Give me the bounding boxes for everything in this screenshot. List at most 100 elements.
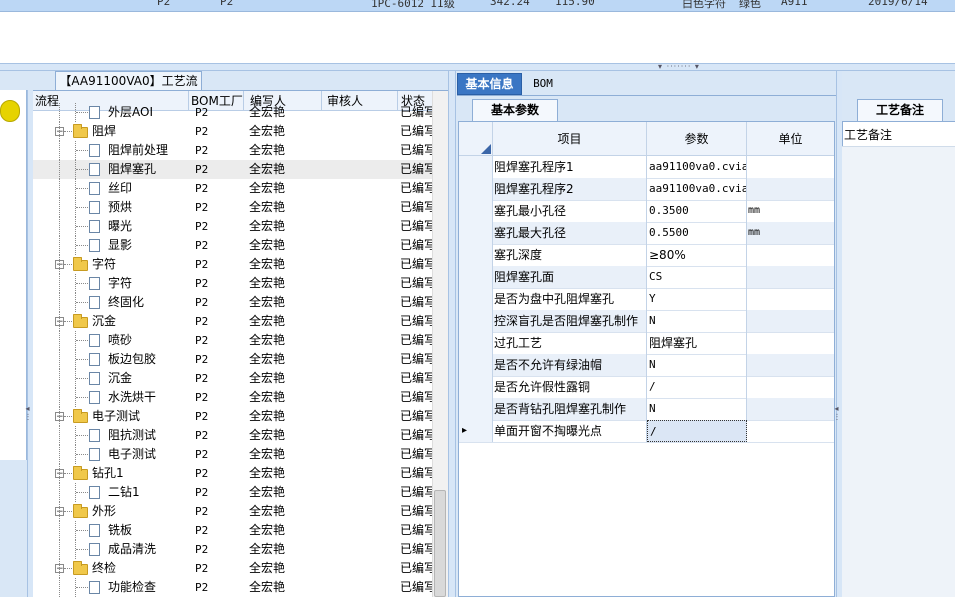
splitter-grip-icon[interactable]: ◂··· — [832, 404, 841, 421]
param-row[interactable]: 控深盲孔是否阻焊塞孔制作 N — [459, 310, 834, 333]
param-value-field[interactable]: N — [647, 310, 747, 332]
document-icon — [89, 524, 100, 537]
param-row[interactable]: ▸ 单面开窗不掏曝光点 / — [459, 420, 834, 443]
middle-splitter[interactable] — [448, 71, 456, 597]
tree-node-label: 外形 — [92, 504, 117, 518]
tree-row[interactable]: 字符 P2 全宏艳 已编写 — [33, 274, 432, 293]
param-value-field[interactable]: aa91100va0.cvia — [647, 178, 747, 200]
row-indicator[interactable] — [459, 178, 493, 200]
splitter-grip-icon[interactable]: ◂··· — [23, 404, 32, 421]
tree-row[interactable]: 板边包胶 P2 全宏艳 已编写 — [33, 350, 432, 369]
flow-title-tab[interactable]: 【AA91100VA0】工艺流程 — [55, 71, 202, 106]
tree-row[interactable]: 终固化 P2 全宏艳 已编写 — [33, 293, 432, 312]
param-value-field[interactable]: / — [647, 420, 747, 442]
tree-row[interactable]: − 终检 P2 全宏艳 已编写 — [33, 559, 432, 578]
tree-row[interactable]: 电子测试 P2 全宏艳 已编写 — [33, 445, 432, 464]
param-row[interactable]: 阻焊塞孔程序2 aa91100va0.cvia — [459, 178, 834, 201]
document-icon — [89, 353, 100, 366]
document-icon — [89, 144, 100, 157]
tree-row[interactable]: 成品清洗 P2 全宏艳 已编写 — [33, 540, 432, 559]
tree-row[interactable]: 功能检查 P2 全宏艳 已编写 — [33, 578, 432, 597]
param-row[interactable]: 是否背钻孔阻焊塞孔制作 N — [459, 398, 834, 421]
chat-bubble-icon[interactable] — [0, 100, 20, 122]
tree-row[interactable]: 阻焊塞孔 P2 全宏艳 已编写 — [33, 160, 432, 179]
param-value-field[interactable]: 0.5500 — [647, 222, 747, 244]
tree-row[interactable]: − 字符 P2 全宏艳 已编写 — [33, 255, 432, 274]
tree-node-label: 终固化 — [108, 295, 145, 309]
param-row[interactable]: 塞孔最大孔径 0.5500 mm — [459, 222, 834, 245]
row-indicator[interactable] — [459, 156, 493, 178]
param-row[interactable]: 过孔工艺 阻焊塞孔 — [459, 332, 834, 355]
param-item: 是否为盘中孔阻焊塞孔 — [493, 288, 647, 310]
tab-bom[interactable]: BOM — [523, 73, 563, 95]
param-value-field[interactable]: 阻焊塞孔 — [647, 332, 747, 354]
tree-row[interactable]: 水洗烘干 P2 全宏艳 已编写 — [33, 388, 432, 407]
row-indicator[interactable] — [459, 288, 493, 310]
col-header-item[interactable]: 项目 — [493, 122, 647, 156]
col-header-value[interactable]: 参数 — [647, 122, 747, 156]
tree-row[interactable]: 喷砂 P2 全宏艳 已编写 — [33, 331, 432, 350]
tree-connector — [76, 169, 88, 170]
tree-row[interactable]: − 钻孔1 P2 全宏艳 已编写 — [33, 464, 432, 483]
row-indicator[interactable] — [459, 310, 493, 332]
row-indicator[interactable] — [459, 332, 493, 354]
param-value-field[interactable]: aa91100va0.cvia — [647, 156, 747, 178]
param-row[interactable]: 塞孔最小孔径 0.3500 mm — [459, 200, 834, 223]
row-indicator[interactable] — [459, 222, 493, 244]
param-row[interactable]: 塞孔深度 ≥80% — [459, 244, 834, 267]
param-value-field[interactable]: N — [647, 354, 747, 376]
row-indicator[interactable] — [459, 354, 493, 376]
row-indicator[interactable] — [459, 398, 493, 420]
param-value-field[interactable]: CS — [647, 266, 747, 288]
tree-row[interactable]: 丝印 P2 全宏艳 已编写 — [33, 179, 432, 198]
col-header-unit[interactable]: 单位 — [747, 122, 834, 156]
tree-row[interactable]: 二钻1 P2 全宏艳 已编写 — [33, 483, 432, 502]
horizontal-splitter[interactable] — [0, 63, 955, 71]
params-grid[interactable]: 项目 参数 单位 阻焊塞孔程序1 aa91100va0.cvia 阻焊塞孔程序2 aa… — [458, 121, 835, 597]
tree-row[interactable]: 外层AOI P2 全宏艳 已编写 — [33, 103, 432, 122]
current-row-indicator-icon[interactable]: ▸ — [459, 420, 493, 442]
tree-row[interactable]: 显影 P2 全宏艳 已编写 — [33, 236, 432, 255]
document-icon — [89, 581, 100, 594]
tree-connector — [59, 198, 60, 217]
param-value-field[interactable]: / — [647, 376, 747, 398]
param-row[interactable]: 阻焊塞孔程序1 aa91100va0.cvia — [459, 156, 834, 179]
param-row[interactable]: 阻焊塞孔面 CS — [459, 266, 834, 289]
tree-row[interactable]: − 电子测试 P2 全宏艳 已编写 — [33, 407, 432, 426]
status-cell: 已编写 — [400, 105, 432, 119]
row-indicator[interactable] — [459, 200, 493, 222]
splitter-grip-icon[interactable]: ▾ ······· ▾ — [648, 63, 710, 71]
row-indicator[interactable] — [459, 376, 493, 398]
process-flow-tree[interactable]: 流程 BOM工厂 编写人 审核人 状态 外层AOI P2 全宏艳 已编写 − 阻焊 P2 全宏… — [33, 91, 432, 597]
tree-row[interactable]: 曝光 P2 全宏艳 已编写 — [33, 217, 432, 236]
row-indicator[interactable] — [459, 266, 493, 288]
subtab-basic-params[interactable]: 基本参数 — [472, 99, 558, 121]
param-value-field[interactable]: 0.3500 — [647, 200, 747, 222]
tree-row[interactable]: 沉金 P2 全宏艳 已编写 — [33, 369, 432, 388]
tab-process-remarks[interactable]: 工艺备注 — [857, 99, 943, 121]
reviewer-cell — [327, 331, 397, 350]
tree-row[interactable]: − 阻焊 P2 全宏艳 已编写 — [33, 122, 432, 141]
tree-row[interactable]: 预烘 P2 全宏艳 已编写 — [33, 198, 432, 217]
tree-row[interactable]: − 沉金 P2 全宏艳 已编写 — [33, 312, 432, 331]
tree-row[interactable]: 阻抗测试 P2 全宏艳 已编写 — [33, 426, 432, 445]
author-cell: 全宏艳 — [249, 181, 286, 195]
remarks-editor[interactable] — [842, 146, 955, 597]
tree-row[interactable]: 阻焊前处理 P2 全宏艳 已编写 — [33, 141, 432, 160]
tree-row[interactable]: 铣板 P2 全宏艳 已编写 — [33, 521, 432, 540]
tree-connector — [76, 530, 88, 531]
tree-node-label: 功能检查 — [108, 580, 157, 594]
row-indicator[interactable] — [459, 244, 493, 266]
top-record-row[interactable]: P2 P2 1PC-6012 II级 342.24 115.90 白色字符 绿色… — [0, 0, 955, 12]
tab-basic-info[interactable]: 基本信息 — [457, 73, 522, 95]
param-value-field[interactable]: N — [647, 398, 747, 420]
param-row[interactable]: 是否不允许有绿油帽 N — [459, 354, 834, 377]
param-item: 单面开窗不掏曝光点 — [493, 420, 647, 442]
param-row[interactable]: 是否为盘中孔阻焊塞孔 Y — [459, 288, 834, 311]
param-value-field[interactable]: ≥80% — [647, 244, 747, 266]
tree-row[interactable]: − 外形 P2 全宏艳 已编写 — [33, 502, 432, 521]
grid-corner — [459, 122, 493, 156]
param-row[interactable]: 是否允许假性露铜 / — [459, 376, 834, 399]
param-value-field[interactable]: Y — [647, 288, 747, 310]
tree-scrollbar-thumb[interactable] — [434, 490, 446, 597]
